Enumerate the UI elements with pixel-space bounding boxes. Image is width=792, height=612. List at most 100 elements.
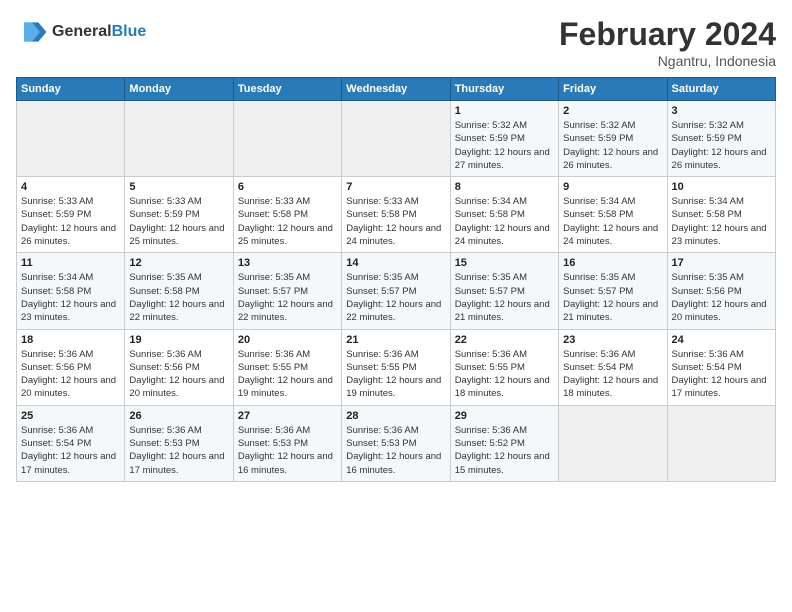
calendar-week-5: 25Sunrise: 5:36 AM Sunset: 5:54 PM Dayli…: [17, 405, 776, 481]
day-number: 8: [455, 181, 554, 193]
day-number: 20: [238, 334, 337, 346]
calendar-cell: 7Sunrise: 5:33 AM Sunset: 5:58 PM Daylig…: [342, 177, 450, 253]
calendar-cell: 4 Sunrise: 5:33 AM Sunset: 5:59 PM Daylig…: [17, 177, 125, 253]
day-number: 2: [563, 105, 662, 117]
day-info: Sunrise: 5:35 AM Sunset: 5:57 PM Dayligh…: [346, 271, 445, 324]
day-info: Sunrise: 5:34 AM Sunset: 5:58 PM Dayligh…: [672, 195, 771, 248]
calendar-cell: 19Sunrise: 5:36 AM Sunset: 5:56 PM Dayli…: [125, 329, 233, 405]
calendar-cell: 13 Sunrise: 5:35 AM Sunset: 5:57 PM Dayli…: [233, 253, 341, 329]
calendar-cell: 20 Sunrise: 5:36 AM Sunset: 5:55 PM Dayli…: [233, 329, 341, 405]
day-number: 4: [21, 181, 120, 193]
day-info: Sunrise: 5:36 AM Sunset: 5:55 PM Dayligh…: [455, 348, 554, 401]
calendar-cell: 27 Sunrise: 5:36 AM Sunset: 5:53 PM Dayli…: [233, 405, 341, 481]
calendar-cell: 22 Sunrise: 5:36 AM Sunset: 5:55 PM Dayli…: [450, 329, 558, 405]
day-info: Sunrise: 5:34 AM Sunset: 5:58 PM Dayligh…: [455, 195, 554, 248]
day-number: 9: [563, 181, 662, 193]
calendar-cell: 11 Sunrise: 5:34 AM Sunset: 5:58 PM Dayli…: [17, 253, 125, 329]
day-number: 28: [346, 410, 445, 422]
day-number: 19: [129, 334, 228, 346]
calendar-cell: 17 Sunrise: 5:35 AM Sunset: 5:56 PM Dayli…: [667, 253, 775, 329]
calendar-cell: 26Sunrise: 5:36 AM Sunset: 5:53 PM Dayli…: [125, 405, 233, 481]
calendar-cell: 14 Sunrise: 5:35 AM Sunset: 5:57 PM Dayli…: [342, 253, 450, 329]
calendar-cell: 23 Sunrise: 5:36 AM Sunset: 5:54 PM Dayli…: [559, 329, 667, 405]
location: Ngantru, Indonesia: [559, 53, 776, 69]
calendar-cell: 25Sunrise: 5:36 AM Sunset: 5:54 PM Dayli…: [17, 405, 125, 481]
day-info: Sunrise: 5:33 AM Sunset: 5:58 PM Dayligh…: [346, 195, 445, 248]
day-number: 11: [21, 257, 120, 269]
day-info: Sunrise: 5:36 AM Sunset: 5:54 PM Dayligh…: [672, 348, 771, 401]
calendar-header-row: SundayMondayTuesdayWednesdayThursdayFrid…: [17, 78, 776, 101]
day-info: Sunrise: 5:32 AM Sunset: 5:59 PM Dayligh…: [672, 119, 771, 172]
day-number: 13: [238, 257, 337, 269]
day-info: Sunrise: 5:36 AM Sunset: 5:53 PM Dayligh…: [129, 424, 228, 477]
day-info: Sunrise: 5:35 AM Sunset: 5:57 PM Dayligh…: [238, 271, 337, 324]
logo-text: GeneralBlue: [52, 23, 146, 41]
calendar-cell: 10 Sunrise: 5:34 AM Sunset: 5:58 PM Dayli…: [667, 177, 775, 253]
calendar-cell: [125, 101, 233, 177]
day-number: 24: [672, 334, 771, 346]
calendar-week-2: 4 Sunrise: 5:33 AM Sunset: 5:59 PM Daylig…: [17, 177, 776, 253]
calendar-cell: 3 Sunrise: 5:32 AM Sunset: 5:59 PM Daylig…: [667, 101, 775, 177]
day-number: 18: [21, 334, 120, 346]
day-number: 5: [129, 181, 228, 193]
calendar-cell: 15 Sunrise: 5:35 AM Sunset: 5:57 PM Dayli…: [450, 253, 558, 329]
day-number: 15: [455, 257, 554, 269]
calendar-cell: [342, 101, 450, 177]
day-info: Sunrise: 5:33 AM Sunset: 5:59 PM Dayligh…: [21, 195, 120, 248]
calendar-cell: 21 Sunrise: 5:36 AM Sunset: 5:55 PM Dayli…: [342, 329, 450, 405]
day-number: 1: [455, 105, 554, 117]
day-info: Sunrise: 5:34 AM Sunset: 5:58 PM Dayligh…: [563, 195, 662, 248]
day-number: 22: [455, 334, 554, 346]
day-info: Sunrise: 5:36 AM Sunset: 5:54 PM Dayligh…: [563, 348, 662, 401]
day-info: Sunrise: 5:36 AM Sunset: 5:52 PM Dayligh…: [455, 424, 554, 477]
logo-icon: [16, 16, 48, 48]
day-number: 14: [346, 257, 445, 269]
calendar-week-3: 11 Sunrise: 5:34 AM Sunset: 5:58 PM Dayli…: [17, 253, 776, 329]
col-header-wednesday: Wednesday: [342, 78, 450, 101]
calendar-week-1: 1 Sunrise: 5:32 AM Sunset: 5:59 PM Daylig…: [17, 101, 776, 177]
month-title: February 2024: [559, 16, 776, 53]
day-number: 23: [563, 334, 662, 346]
calendar-cell: 6Sunrise: 5:33 AM Sunset: 5:58 PM Daylig…: [233, 177, 341, 253]
day-number: 16: [563, 257, 662, 269]
col-header-tuesday: Tuesday: [233, 78, 341, 101]
calendar-cell: [559, 405, 667, 481]
day-number: 21: [346, 334, 445, 346]
day-info: Sunrise: 5:35 AM Sunset: 5:58 PM Dayligh…: [129, 271, 228, 324]
day-info: Sunrise: 5:35 AM Sunset: 5:57 PM Dayligh…: [455, 271, 554, 324]
day-info: Sunrise: 5:36 AM Sunset: 5:55 PM Dayligh…: [238, 348, 337, 401]
calendar-cell: 29 Sunrise: 5:36 AM Sunset: 5:52 PM Dayli…: [450, 405, 558, 481]
calendar-cell: [17, 101, 125, 177]
calendar-cell: [233, 101, 341, 177]
day-info: Sunrise: 5:36 AM Sunset: 5:53 PM Dayligh…: [346, 424, 445, 477]
logo: GeneralBlue: [16, 16, 146, 48]
day-number: 27: [238, 410, 337, 422]
calendar-cell: 12 Sunrise: 5:35 AM Sunset: 5:58 PM Dayli…: [125, 253, 233, 329]
day-info: Sunrise: 5:33 AM Sunset: 5:59 PM Dayligh…: [129, 195, 228, 248]
day-info: Sunrise: 5:36 AM Sunset: 5:53 PM Dayligh…: [238, 424, 337, 477]
day-info: Sunrise: 5:32 AM Sunset: 5:59 PM Dayligh…: [563, 119, 662, 172]
calendar-cell: 1 Sunrise: 5:32 AM Sunset: 5:59 PM Daylig…: [450, 101, 558, 177]
calendar-cell: 24 Sunrise: 5:36 AM Sunset: 5:54 PM Dayli…: [667, 329, 775, 405]
calendar-cell: 8 Sunrise: 5:34 AM Sunset: 5:58 PM Daylig…: [450, 177, 558, 253]
day-info: Sunrise: 5:36 AM Sunset: 5:55 PM Dayligh…: [346, 348, 445, 401]
calendar-week-4: 18 Sunrise: 5:36 AM Sunset: 5:56 PM Dayli…: [17, 329, 776, 405]
col-header-saturday: Saturday: [667, 78, 775, 101]
day-number: 10: [672, 181, 771, 193]
day-number: 29: [455, 410, 554, 422]
calendar-table: SundayMondayTuesdayWednesdayThursdayFrid…: [16, 77, 776, 482]
day-number: 17: [672, 257, 771, 269]
day-number: 25: [21, 410, 120, 422]
col-header-monday: Monday: [125, 78, 233, 101]
day-info: Sunrise: 5:34 AM Sunset: 5:58 PM Dayligh…: [21, 271, 120, 324]
title-block: February 2024 Ngantru, Indonesia: [559, 16, 776, 69]
day-info: Sunrise: 5:35 AM Sunset: 5:56 PM Dayligh…: [672, 271, 771, 324]
page-header: GeneralBlue February 2024 Ngantru, Indon…: [16, 16, 776, 69]
day-number: 3: [672, 105, 771, 117]
day-number: 12: [129, 257, 228, 269]
day-info: Sunrise: 5:36 AM Sunset: 5:56 PM Dayligh…: [21, 348, 120, 401]
day-number: 6: [238, 181, 337, 193]
col-header-thursday: Thursday: [450, 78, 558, 101]
calendar-cell: 18 Sunrise: 5:36 AM Sunset: 5:56 PM Dayli…: [17, 329, 125, 405]
day-info: Sunrise: 5:32 AM Sunset: 5:59 PM Dayligh…: [455, 119, 554, 172]
